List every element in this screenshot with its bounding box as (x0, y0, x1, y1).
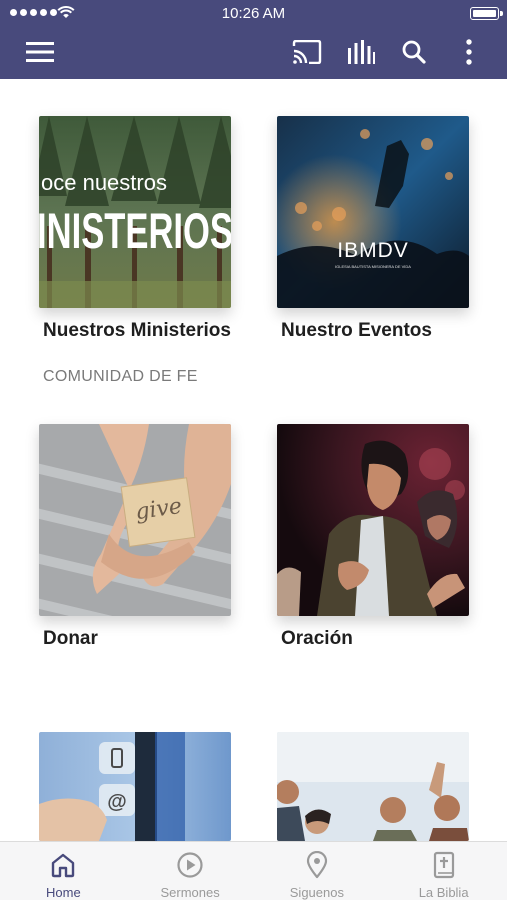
bible-icon (429, 850, 459, 880)
battery-icon (470, 7, 503, 20)
tile-subtitle: COMUNIDAD DE FE (43, 368, 198, 385)
app-header: 10:26 AM (0, 0, 507, 79)
nav-item-la-biblia[interactable]: La Biblia (380, 842, 507, 900)
eventos-image: IBMDV IGLESIA BAUTISTA MISIONERA DE VIDA (277, 116, 469, 308)
eventos-image-caption: IGLESIA BAUTISTA MISIONERA DE VIDA (335, 264, 411, 269)
more-options-button[interactable] (451, 34, 487, 70)
ministerios-image-tagline: oce nuestros (41, 170, 167, 195)
community-image (277, 732, 469, 841)
nav-label: Home (46, 885, 81, 900)
oracion-image (277, 424, 469, 616)
more-vert-icon (466, 39, 472, 65)
tile-title: Nuestros Ministerios (43, 320, 231, 341)
menu-button[interactable] (22, 34, 58, 70)
ministerios-image: oce nuestros INISTERIOS (39, 116, 231, 308)
tile-title: Donar (43, 628, 98, 649)
menu-icon (26, 42, 54, 62)
search-button[interactable] (396, 34, 432, 70)
audio-button[interactable] (343, 34, 379, 70)
bottom-navigation: Home Sermones Siguenos La Biblia (0, 841, 507, 900)
cast-button[interactable] (289, 34, 325, 70)
play-circle-icon (175, 850, 205, 880)
search-icon (402, 40, 426, 64)
ministerios-image-title: INISTERIOS (39, 203, 231, 259)
svg-text:@: @ (107, 791, 127, 813)
status-time: 10:26 AM (221, 5, 286, 22)
nav-label: Siguenos (289, 885, 344, 900)
equalizer-icon (348, 40, 375, 64)
nav-label: Sermones (160, 885, 220, 900)
nav-label: La Biblia (418, 885, 469, 900)
location-pin-icon (302, 850, 332, 880)
cast-icon (292, 40, 322, 64)
tile-title: Nuestro Eventos (281, 320, 432, 341)
nav-item-siguenos[interactable]: Siguenos (254, 842, 381, 900)
contact-image: @ (39, 732, 231, 841)
status-bar: 10:26 AM (0, 0, 507, 26)
nav-item-home[interactable]: Home (0, 842, 127, 900)
home-icon (48, 850, 78, 880)
tile-title: Oración (281, 628, 353, 649)
eventos-image-logo: IBMDV (337, 239, 409, 262)
nav-item-sermones[interactable]: Sermones (127, 842, 254, 900)
donar-image: give (39, 424, 231, 616)
